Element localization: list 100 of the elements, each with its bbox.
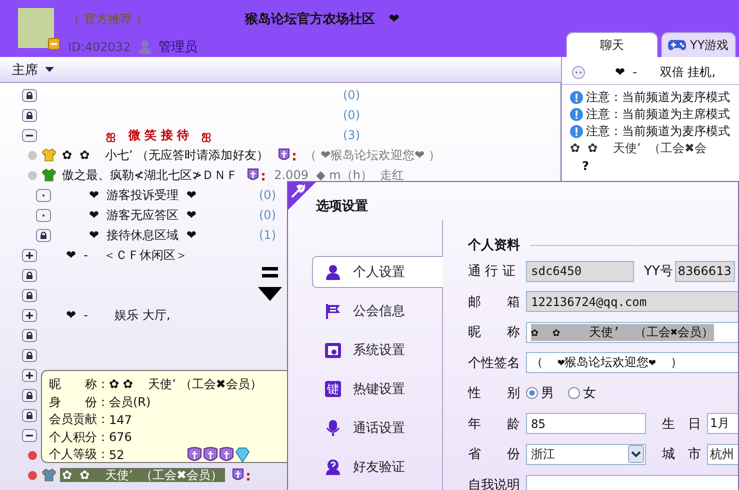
flag-icon bbox=[325, 303, 341, 319]
tab[interactable]: 聊天 bbox=[566, 32, 658, 57]
channel-name[interactable]: ஐ 微 笑 接 待 ஐ bbox=[66, 128, 343, 142]
gamepad-icon bbox=[668, 39, 686, 51]
lock-icon[interactable] bbox=[22, 328, 37, 342]
info-value: 会员(R) bbox=[109, 394, 151, 411]
chat-message: ✿ ✿ 天使’ （工会✖会 bbox=[570, 140, 706, 157]
field-label: 昵 称 bbox=[468, 324, 521, 342]
radio-icon[interactable] bbox=[568, 387, 580, 400]
user-name: （ 官方推荐 ） bbox=[68, 11, 149, 28]
input-field[interactable]: 122136724@qq.com bbox=[526, 291, 738, 312]
dot-button-icon[interactable] bbox=[36, 208, 51, 222]
settings-icon bbox=[288, 182, 316, 210]
info-icon bbox=[570, 91, 583, 104]
radio-option[interactable]: 女 bbox=[568, 384, 596, 402]
field-label: YY号 bbox=[644, 263, 673, 280]
avatar-placeholder bbox=[18, 8, 54, 48]
field-label: 城 市 bbox=[662, 446, 701, 464]
field-label: 性 别 bbox=[468, 385, 521, 402]
info-value: ✿ ✿ 天使’ （工会✖会员） bbox=[109, 376, 262, 394]
chat-message: 注意：当前频道为主席模式 bbox=[586, 106, 730, 123]
field-label: 年 龄 bbox=[468, 416, 521, 433]
input-field[interactable]: 8366613 bbox=[674, 260, 735, 282]
channel-count: (0) bbox=[259, 208, 276, 222]
input-field[interactable]: 杭州 bbox=[707, 444, 738, 465]
settings-nav-item[interactable]: 公会信息 bbox=[312, 295, 443, 327]
info-label: 身 份： bbox=[49, 394, 109, 411]
radio-option[interactable]: 男 bbox=[526, 384, 554, 402]
channel-count: (0) bbox=[259, 188, 276, 202]
info-label: 个人积分： bbox=[49, 428, 109, 446]
collapse-icon[interactable] bbox=[22, 128, 37, 142]
info-label: 会员贡献： bbox=[49, 411, 109, 428]
settings-nav-item[interactable]: 通话设置 bbox=[312, 412, 443, 444]
lock-icon[interactable] bbox=[22, 408, 37, 422]
field-label: 邮 箱 bbox=[468, 294, 521, 311]
dot-button-icon[interactable] bbox=[36, 188, 51, 202]
person-question-icon bbox=[325, 459, 341, 475]
lock-icon[interactable] bbox=[22, 288, 37, 302]
channel-count: (3) bbox=[343, 128, 360, 142]
info-label: 个人等级： bbox=[49, 446, 109, 464]
collapse-icon[interactable] bbox=[22, 428, 37, 442]
settings-nav-item[interactable]: 好友验证 bbox=[312, 451, 443, 483]
tab[interactable]: YY游戏 bbox=[661, 32, 736, 57]
expand-icon[interactable] bbox=[22, 308, 37, 322]
microphone-icon bbox=[325, 420, 341, 436]
input-field[interactable]: （ ❤猴岛论坛欢迎您❤ ） bbox=[526, 352, 738, 374]
user-name[interactable]: 傲之最、疯勒≮湖北七区≯ＤＮＦ bbox=[60, 168, 240, 182]
expand-icon[interactable] bbox=[22, 368, 37, 382]
lock-icon[interactable] bbox=[36, 228, 51, 242]
mode-dropdown[interactable]: 主席 bbox=[12, 60, 54, 78]
medal-icon bbox=[203, 446, 218, 463]
input-field[interactable]: 1月 bbox=[707, 413, 738, 434]
field-label: 个性签名 bbox=[468, 354, 521, 372]
settings-nav-item[interactable]: 键 热键设置 bbox=[312, 373, 443, 405]
lock-icon[interactable] bbox=[22, 268, 37, 282]
channel-count: (1) bbox=[259, 228, 276, 242]
input-field[interactable]: ✿ ✿ 天使’ （工会✖会员） bbox=[526, 322, 738, 343]
chat-message: ? bbox=[582, 158, 589, 172]
channel-icon bbox=[572, 66, 585, 78]
lock-icon[interactable] bbox=[22, 348, 37, 362]
channel-name[interactable]: ❤ 游客投诉受理 ❤ bbox=[89, 188, 259, 202]
medal-icon bbox=[187, 446, 202, 463]
user-signature: （ ❤猴岛论坛欢迎您❤ ） bbox=[304, 148, 440, 162]
dialog-title: 选项设置 bbox=[316, 198, 368, 215]
province-select[interactable]: 浙江 bbox=[526, 444, 646, 465]
expand-icon[interactable] bbox=[22, 248, 37, 262]
info-value: 676 bbox=[109, 430, 132, 444]
section-title: 个人资料 bbox=[468, 237, 520, 254]
window-icon bbox=[325, 342, 341, 358]
person-icon bbox=[325, 264, 341, 280]
info-value: 52 bbox=[109, 448, 124, 462]
channel-name[interactable]: ❤ 接待休息区域 ❤ bbox=[89, 228, 259, 242]
person-icon bbox=[138, 40, 151, 54]
drag-indicator-icon bbox=[258, 265, 282, 303]
caret-icon bbox=[45, 67, 54, 72]
channel-count: (0) bbox=[343, 88, 360, 102]
user-role: 管理员 bbox=[158, 39, 198, 56]
info-label: 昵 称： bbox=[49, 376, 109, 394]
shirt-icon bbox=[42, 148, 56, 162]
settings-nav-item[interactable]: 个人设置 bbox=[312, 256, 443, 288]
user-name[interactable]: ✿ ✿ 小七’ （无应答时请添加好友） bbox=[60, 148, 271, 162]
user-name[interactable]: ✿ ✿ 天使’ （工会✖会员） bbox=[60, 468, 224, 482]
channel-title: 猴岛论坛官方农场社区 ❤ bbox=[245, 10, 400, 29]
user-id: ID:402032 bbox=[68, 40, 131, 54]
lock-icon[interactable] bbox=[22, 108, 37, 122]
lock-icon[interactable] bbox=[22, 88, 37, 102]
shirt-icon bbox=[42, 468, 56, 482]
input-field[interactable]: 85 bbox=[526, 413, 646, 434]
field-label: 省 份 bbox=[468, 446, 521, 464]
lock-icon[interactable] bbox=[22, 388, 37, 402]
chat-message: 注意：当前频道为麦序模式 bbox=[586, 123, 730, 140]
field-label: 通 行 证 bbox=[468, 263, 516, 280]
radio-icon[interactable] bbox=[526, 387, 538, 400]
settings-nav-item[interactable]: 系统设置 bbox=[312, 334, 443, 366]
medal-icon bbox=[219, 446, 234, 463]
channel-count: (0) bbox=[343, 108, 360, 122]
info-icon bbox=[570, 108, 583, 121]
input-field[interactable]: sdc6450 bbox=[526, 260, 634, 282]
info-value: 147 bbox=[109, 412, 132, 427]
channel-name[interactable]: ❤ 游客无应答区 ❤ bbox=[89, 208, 259, 222]
